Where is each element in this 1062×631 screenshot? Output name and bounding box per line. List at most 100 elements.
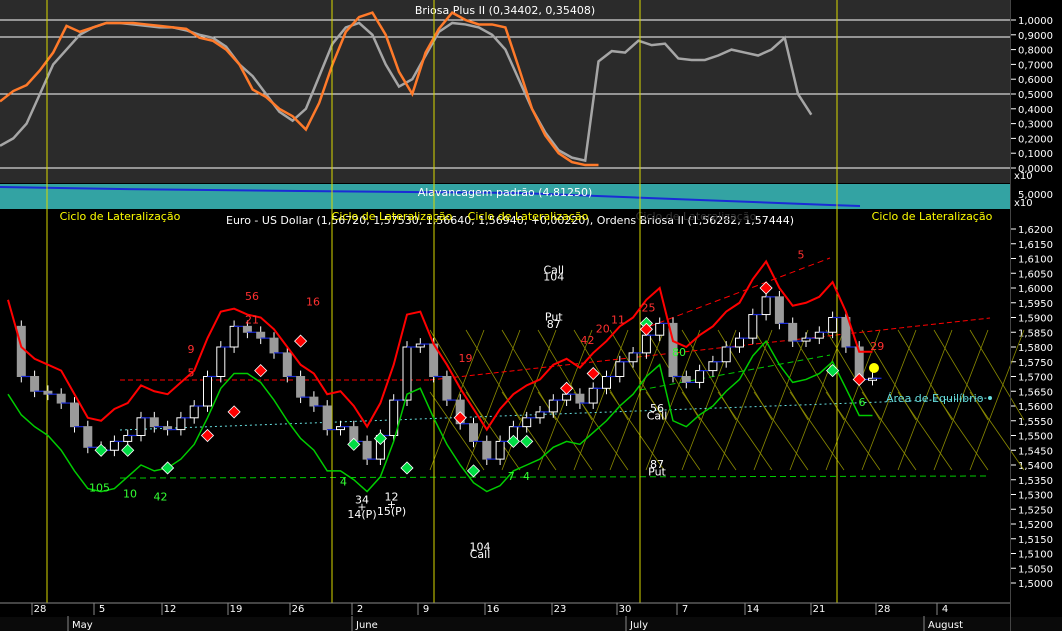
candle-body [588, 387, 598, 404]
candle-body [30, 376, 40, 392]
candle-body [522, 417, 532, 428]
x-tick-label: 21 [813, 604, 826, 615]
green-signal-label: 7 [508, 470, 515, 483]
price-tick-label: 1,5000 [1018, 579, 1053, 590]
green-signal-label: 6 [859, 396, 866, 409]
price-tick-label: 1,6200 [1018, 225, 1053, 236]
candle-body [535, 411, 545, 419]
forex-chart: 1,0000 0,9000 0,8000 0,7000 0,6000 0,5000 0,40… [0, 0, 1062, 631]
red-signal-label: 9 [188, 343, 195, 356]
candle-body [681, 376, 691, 383]
red-signal-label: 56 [245, 290, 259, 303]
candle-body [123, 435, 133, 442]
candle-body [109, 440, 119, 451]
red-signal-label: 11 [611, 313, 625, 326]
x-tick-label: 19 [230, 604, 243, 615]
current-price-dot [869, 363, 879, 373]
option-label: 14(P) [347, 508, 376, 521]
candle-body [269, 337, 279, 354]
candle-body [695, 370, 705, 383]
candle-body [641, 334, 651, 354]
red-signal-label: 25 [642, 302, 656, 315]
candle-body [309, 396, 319, 407]
red-signal-label: 21 [245, 313, 259, 326]
price-tick-label: 1,5800 [1018, 343, 1053, 354]
equilibrium-label: Área de Equilíbrio [886, 392, 984, 405]
osc-tick-label: 0,3000 [1018, 120, 1053, 131]
candle-body [469, 423, 478, 442]
cycle-label-5: Ciclo de Lateralização [872, 210, 993, 223]
candle-body [482, 440, 492, 460]
candle-body [774, 296, 784, 324]
red-signal-label: 5 [798, 249, 805, 262]
cycle-label-3: Ciclo de Lateralização [468, 210, 589, 223]
x-tick-label: 30 [619, 604, 632, 615]
green-signal-label: 80 [672, 346, 686, 359]
osc-tick-label: 0,7000 [1018, 60, 1053, 71]
candle-body [362, 440, 372, 460]
osc-tick-label: 0,5000 [1018, 90, 1053, 101]
leverage-multiplier: x10 [1014, 198, 1033, 209]
candle-body [296, 376, 306, 398]
price-tick-label: 1,5900 [1018, 314, 1053, 325]
equilibrium-end-dot [988, 396, 992, 400]
x-tick-label: 9 [423, 604, 429, 615]
candle-body [189, 405, 199, 419]
cycle-label-4: Ciclo de Lateralização [636, 210, 757, 223]
candle-body [655, 322, 665, 336]
osc-tick-label: 0,1000 [1018, 149, 1053, 160]
osc-tick-label: 0,2000 [1018, 134, 1053, 145]
candle-body [562, 393, 572, 401]
price-tick-label: 1,5950 [1018, 299, 1053, 310]
green-signal-label: 4 [523, 470, 530, 483]
price-tick-label: 1,5450 [1018, 446, 1053, 457]
option-label: 104 [543, 271, 564, 284]
month-strip [0, 617, 1062, 631]
candle-body [828, 317, 838, 333]
candle-body [788, 322, 798, 342]
candle-body [216, 346, 226, 377]
candle-body [548, 399, 558, 413]
candle-body [176, 417, 186, 431]
candle-body [136, 417, 146, 436]
price-tick-label: 1,5600 [1018, 402, 1053, 413]
month-label: June [355, 620, 378, 631]
oscillator-title: Briosa Plus II (0,34402, 0,35408) [415, 4, 595, 17]
price-tick-label: 1,5050 [1018, 564, 1053, 575]
candle-body [282, 352, 292, 377]
candle-body [628, 352, 638, 363]
x-tick-label: 16 [487, 604, 500, 615]
candle-body [735, 337, 744, 348]
osc-tick-label: 1,0000 [1018, 16, 1053, 27]
candle-body [814, 331, 824, 339]
cycle-label-1: Ciclo de Lateralização [60, 210, 181, 223]
x-tick-label: 4 [942, 604, 948, 615]
candle-body [203, 376, 212, 407]
green-signal-label: 4 [340, 476, 347, 489]
candle-body [229, 325, 239, 348]
candle-body [495, 440, 505, 460]
price-tick-label: 1,6100 [1018, 255, 1053, 266]
candle-body [70, 402, 79, 428]
x-tick-label: 14 [747, 604, 760, 615]
green-signal-label: 10 [123, 487, 137, 500]
price-tick-label: 1,5300 [1018, 491, 1053, 502]
green-signal-label: 42 [154, 490, 168, 503]
oscillator-multiplier: x10 [1014, 171, 1033, 182]
axis-separator [1010, 0, 1011, 631]
price-tick-label: 1,6050 [1018, 269, 1053, 280]
x-tick-label: 5 [99, 604, 105, 615]
candle-body [402, 346, 412, 401]
price-tick-label: 1,6150 [1018, 240, 1053, 251]
price-tick-label: 1,5700 [1018, 373, 1053, 384]
candle-body [83, 426, 93, 448]
candle-body [322, 405, 332, 431]
x-tick-label: 7 [682, 604, 688, 615]
price-tick-label: 1,5250 [1018, 505, 1053, 516]
option-label: 15(P) [377, 505, 406, 518]
price-tick-label: 1,5400 [1018, 461, 1053, 472]
candle-body [149, 417, 159, 428]
option-label: 87 [547, 318, 561, 331]
candle-body [242, 325, 252, 333]
option-label: Put [648, 465, 666, 478]
